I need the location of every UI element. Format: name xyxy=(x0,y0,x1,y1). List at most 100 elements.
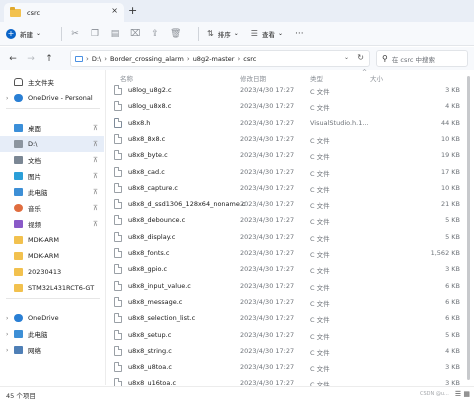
c-file-icon xyxy=(114,362,122,373)
paste-icon[interactable]: ▤ xyxy=(110,29,120,39)
sidebar-item[interactable]: › OneDrive xyxy=(0,310,104,326)
file-row[interactable]: u8x8_gpio.c 2023/4/30 17:27 C 文件 3 KB xyxy=(108,261,464,277)
sidebar-item-label: 主文件夹 xyxy=(28,79,54,87)
file-row[interactable]: u8x8_string.c 2023/4/30 17:27 C 文件 4 KB xyxy=(108,343,464,359)
sort-icon: ⇅ xyxy=(207,29,214,38)
file-date: 2023/4/30 17:27 xyxy=(240,151,295,160)
chevron-down-icon: ⌄ xyxy=(277,30,283,37)
file-row[interactable]: u8x8_u8toa.c 2023/4/30 17:27 C 文件 3 KB xyxy=(108,359,464,375)
sidebar-item[interactable]: 视频 ⊼ xyxy=(0,216,104,232)
breadcrumb-segment[interactable]: u8g2-master xyxy=(193,55,235,63)
expand-chevron-icon[interactable]: › xyxy=(6,95,14,102)
document-icon xyxy=(14,156,23,164)
close-tab-icon[interactable]: × xyxy=(111,6,118,15)
file-row[interactable]: u8x8_fonts.c 2023/4/30 17:27 C 文件 1,562 KB xyxy=(108,245,464,261)
rename-icon[interactable]: ⌧ xyxy=(130,29,140,39)
expand-chevron-icon[interactable]: › xyxy=(6,331,14,338)
file-row[interactable]: u8x8_capture.c 2023/4/30 17:27 C 文件 10 KB xyxy=(108,180,464,196)
sidebar-item[interactable]: MDK-ARM xyxy=(0,232,104,248)
new-button[interactable]: + 新建 ⌄ xyxy=(6,28,41,39)
back-arrow-icon[interactable]: ← xyxy=(6,54,20,64)
file-row[interactable]: u8x8_setup.c 2023/4/30 17:27 C 文件 5 KB xyxy=(108,327,464,343)
file-type: C 文件 xyxy=(310,202,330,211)
file-type: C 文件 xyxy=(310,169,330,178)
sidebar-item[interactable]: D:\ ⊼ xyxy=(0,136,104,152)
sidebar-item-label: 音乐 xyxy=(28,205,41,213)
breadcrumb-segment[interactable]: Border_crossing_alarm xyxy=(110,55,184,63)
file-name: u8x8_display.c xyxy=(128,232,176,241)
file-type: C 文件 xyxy=(310,185,330,194)
new-tab-button[interactable]: + xyxy=(128,4,137,17)
sidebar-item[interactable]: 此电脑 ⊼ xyxy=(0,184,104,200)
file-type: C 文件 xyxy=(310,153,330,162)
sidebar-item[interactable]: › OneDrive - Personal xyxy=(0,90,104,106)
cloud-icon xyxy=(14,94,23,102)
breadcrumb-segment[interactable]: csrc xyxy=(243,55,256,63)
file-row[interactable]: u8x8_message.c 2023/4/30 17:27 C 文件 6 KB xyxy=(108,294,464,310)
details-view-icon[interactable]: ☰ ▦ xyxy=(455,390,470,398)
sidebar-item[interactable]: MDK-ARM xyxy=(0,248,104,264)
view-label: 查看 xyxy=(261,30,275,39)
chevron-down-icon[interactable]: ⌄ xyxy=(344,54,349,61)
file-row[interactable]: u8x8.h 2023/4/30 17:27 VisualStudio.h.1...… xyxy=(108,115,464,131)
sidebar-item[interactable]: 音乐 ⊼ xyxy=(0,200,104,216)
sidebar-item-label: 网络 xyxy=(28,347,41,355)
sidebar-item[interactable]: 图片 ⊼ xyxy=(0,168,104,184)
file-type: C 文件 xyxy=(310,234,330,243)
breadcrumb[interactable]: › D:\ › Border_crossing_alarm › u8g2-mas… xyxy=(70,50,370,67)
sort-button[interactable]: ⇅ 排序 ⌄ xyxy=(207,29,239,39)
c-file-icon xyxy=(114,85,122,95)
vertical-scrollbar[interactable] xyxy=(466,72,471,384)
file-row[interactable]: u8log_u8g2.c 2023/4/30 17:27 C 文件 3 KB xyxy=(108,82,464,98)
file-size: 6 KB xyxy=(445,281,460,290)
computer-icon xyxy=(14,188,23,196)
file-size: 3 KB xyxy=(445,86,460,94)
file-row[interactable]: u8x8_8x8.c 2023/4/30 17:27 C 文件 10 KB xyxy=(108,131,464,147)
file-row[interactable]: u8x8_display.c 2023/4/30 17:27 C 文件 5 KB xyxy=(108,229,464,245)
file-row[interactable]: u8x8_input_value.c 2023/4/30 17:27 C 文件 6 K… xyxy=(108,278,464,294)
sidebar-item[interactable]: 桌面 ⊼ xyxy=(0,120,104,136)
file-row[interactable]: u8log_u8x8.c 2023/4/30 17:27 C 文件 4 KB xyxy=(108,98,464,114)
c-file-icon xyxy=(114,150,122,161)
view-button[interactable]: ☰ 查看 ⌄ xyxy=(251,29,283,39)
sidebar-item[interactable]: › 此电脑 xyxy=(0,326,104,342)
copy-icon[interactable]: ❐ xyxy=(90,29,100,39)
tab-csrc[interactable]: csrc × xyxy=(4,3,124,22)
file-name: u8x8_input_value.c xyxy=(128,281,191,290)
file-row[interactable]: u8x8_d_ssd1306_128x64_noname.c 2023/4/30 … xyxy=(108,196,464,212)
breadcrumb-segment[interactable]: D:\ xyxy=(92,55,101,63)
file-date: 2023/4/30 17:27 xyxy=(240,281,295,290)
view-icon: ☰ xyxy=(250,29,258,38)
share-icon[interactable]: ⇪ xyxy=(150,29,160,39)
file-row[interactable]: u8x8_debounce.c 2023/4/30 17:27 C 文件 5 KB xyxy=(108,212,464,228)
expand-chevron-icon[interactable]: › xyxy=(6,315,14,322)
delete-icon[interactable]: 🗑 xyxy=(170,29,181,39)
sidebar-item[interactable]: 主文件夹 xyxy=(0,74,104,90)
more-options-button[interactable]: ··· xyxy=(295,29,304,39)
sidebar-item-label: STM32L431RCT6-GT xyxy=(28,284,95,292)
forward-arrow-icon[interactable]: → xyxy=(24,54,38,64)
file-date: 2023/4/30 17:27 xyxy=(240,232,295,241)
refresh-icon[interactable]: ↻ xyxy=(357,53,364,62)
file-date: 2023/4/30 17:27 xyxy=(240,86,295,94)
file-row[interactable]: u8x8_selection_list.c 2023/4/30 17:27 C 文件… xyxy=(108,310,464,326)
expand-chevron-icon[interactable]: › xyxy=(6,347,14,354)
sidebar-item-label: MDK-ARM xyxy=(28,236,59,244)
file-date: 2023/4/30 17:27 xyxy=(240,297,295,306)
file-date: 2023/4/30 17:27 xyxy=(240,330,295,339)
search-input[interactable]: ⚲ 在 csrc 中搜索 xyxy=(376,50,468,67)
computer-icon xyxy=(14,330,23,338)
file-row[interactable]: u8x8_cad.c 2023/4/30 17:27 C 文件 17 KB xyxy=(108,164,464,180)
file-type: C 文件 xyxy=(310,88,330,96)
sidebar-item[interactable]: 文档 ⊼ xyxy=(0,152,104,168)
file-row[interactable]: u8x8_byte.c 2023/4/30 17:27 C 文件 19 KB xyxy=(108,147,464,163)
search-icon: ⚲ xyxy=(382,54,388,63)
watermark: CSDN @u... xyxy=(420,391,449,397)
sidebar-item[interactable]: › 网络 xyxy=(0,342,104,358)
scrollbar-thumb[interactable] xyxy=(467,76,470,380)
cut-icon[interactable]: ✂ xyxy=(70,29,80,39)
up-arrow-icon[interactable]: ↑ xyxy=(42,54,56,64)
sidebar-item[interactable]: 20230413 xyxy=(0,264,104,280)
sidebar-item-label: 此电脑 xyxy=(28,189,48,197)
sidebar-item[interactable]: STM32L431RCT6-GT xyxy=(0,280,104,296)
